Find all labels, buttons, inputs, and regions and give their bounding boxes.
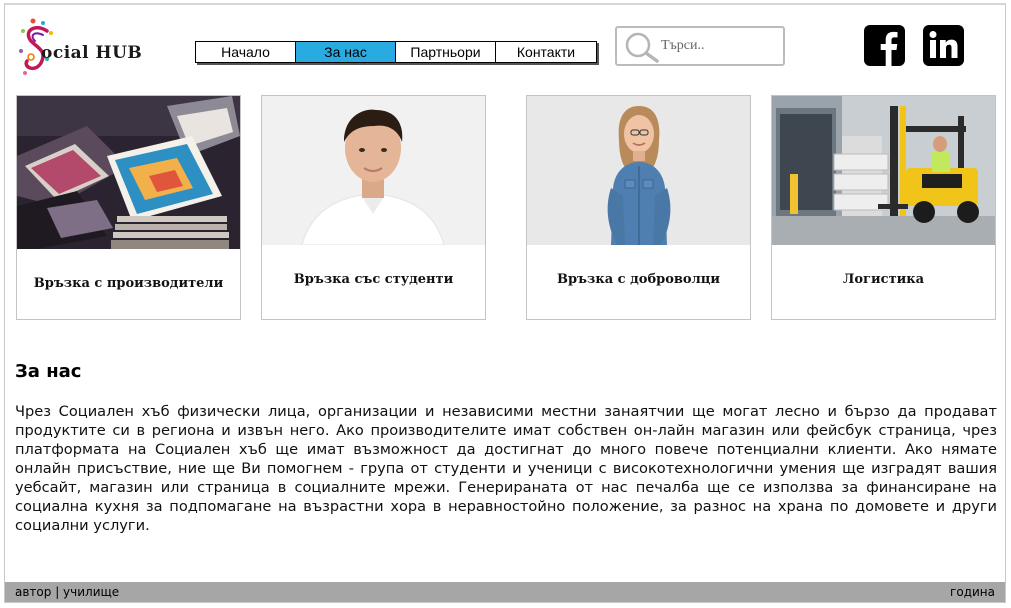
social-hub-logo[interactable]: ocial HUB xyxy=(17,17,157,81)
search-input[interactable] xyxy=(661,34,779,58)
young-woman-denim-photo xyxy=(527,96,750,245)
logo-text: ocial HUB xyxy=(41,43,143,63)
card-volunteers[interactable]: Връзка с доброволци xyxy=(526,95,751,320)
card-label: Връзка със студенти xyxy=(293,272,454,287)
nav-item-partners[interactable]: Партньори xyxy=(396,42,496,62)
nav-item-about[interactable]: За нас xyxy=(296,42,396,62)
nav-item-home[interactable]: Начало xyxy=(196,42,296,62)
nav-item-contacts[interactable]: Контакти xyxy=(496,42,596,62)
card-producers[interactable]: Връзка с производители xyxy=(16,95,241,320)
linkedin-icon[interactable] xyxy=(923,25,964,66)
card-logistics[interactable]: Логистика xyxy=(771,95,996,320)
card-students[interactable]: Връзка със студенти xyxy=(261,95,486,320)
page-title: За нас xyxy=(15,361,82,382)
magazines-stack-photo xyxy=(17,96,240,249)
footer-year: година xyxy=(950,585,995,599)
card-label: Връзка с производители xyxy=(33,276,224,291)
footer-author-school: автор | училище xyxy=(15,585,120,599)
young-man-portrait-photo xyxy=(262,96,485,245)
about-text: Чрез Социален хъб физически лица, органи… xyxy=(15,403,997,534)
card-label: Връзка с доброволци xyxy=(556,272,720,287)
main-nav: Начало За нас Партньори Контакти xyxy=(195,41,597,63)
card-label: Логистика xyxy=(842,272,925,287)
facebook-icon[interactable] xyxy=(864,25,905,66)
forklift-warehouse-photo xyxy=(772,96,995,245)
magnifier-icon[interactable] xyxy=(621,31,661,63)
search-box xyxy=(615,26,785,66)
footer: автор | училище година xyxy=(5,582,1005,602)
page-frame: ocial HUB Начало За нас Партньори Контак… xyxy=(4,3,1006,603)
